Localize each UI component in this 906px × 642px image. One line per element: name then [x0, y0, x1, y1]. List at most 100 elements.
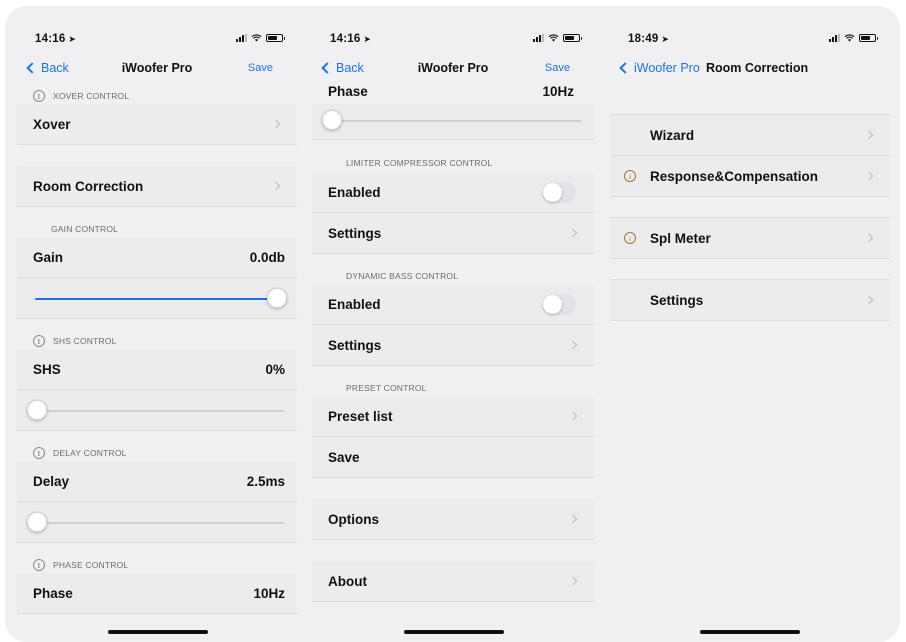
section-header-limiter: LIMITER COMPRESSOR CONTROL	[346, 158, 493, 168]
section-header-dynamic-bass: DYNAMIC BASS CONTROL	[346, 271, 459, 281]
info-icon[interactable]: i	[624, 232, 636, 244]
section-header-gain: GAIN CONTROL	[51, 224, 119, 234]
status-time: 14:16 ➤	[330, 33, 372, 45]
chevron-right-icon	[864, 130, 874, 140]
signal-icon	[236, 34, 247, 42]
home-indicator	[108, 630, 208, 634]
row-bass-enabled: Enabled	[312, 284, 594, 325]
slider-knob[interactable]	[27, 400, 47, 420]
delay-slider[interactable]	[17, 502, 297, 543]
settings-list: i XOVER CONTROL Xover Room Correction GAI…	[17, 74, 297, 614]
slider-track[interactable]	[35, 522, 285, 524]
row-label: Spl Meter	[650, 230, 711, 246]
phone-screen-main-settings: 14:16 ➤ Back iWoofer Pro Save i XOVER CONT…	[17, 28, 297, 642]
row-label: Phase	[328, 84, 368, 99]
limiter-enabled-toggle[interactable]	[542, 181, 576, 203]
phase-value: 10Hz	[253, 585, 285, 601]
row-label: Settings	[328, 225, 382, 241]
chevron-right-icon	[864, 295, 874, 305]
chevron-right-icon	[568, 514, 578, 524]
status-time: 14:16 ➤	[35, 33, 77, 45]
row-label: Room Correction	[33, 178, 144, 194]
section-header-delay: i DELAY CONTROL	[17, 431, 297, 461]
row-limiter-settings[interactable]: Settings	[312, 213, 594, 254]
phase-value: 10Hz	[542, 84, 574, 99]
gain-slider[interactable]	[17, 278, 297, 319]
info-icon[interactable]: i	[624, 170, 636, 182]
page-title: Room Correction	[706, 61, 809, 75]
status-bar: 14:16 ➤	[17, 28, 297, 50]
row-label: Gain	[33, 249, 64, 265]
section-header-xover: i XOVER CONTROL	[17, 74, 297, 104]
row-delay: Delay 2.5ms	[17, 461, 297, 502]
row-shs: SHS 0%	[17, 349, 297, 390]
row-label: SHS	[33, 361, 61, 377]
slider-fill	[35, 298, 285, 300]
gain-value: 0.0db	[249, 249, 285, 265]
row-limiter-enabled: Enabled	[312, 172, 594, 213]
settings-list: Wizard i Response&Compensation i Spl Meter…	[610, 89, 890, 321]
row-label: Xover	[33, 116, 71, 132]
home-indicator	[700, 630, 800, 634]
status-icons	[829, 34, 878, 42]
shs-slider[interactable]	[17, 390, 297, 431]
location-arrow-icon: ➤	[661, 34, 670, 44]
info-icon[interactable]: i	[33, 447, 45, 459]
row-label: Response&Compensation	[650, 168, 819, 184]
row-bass-settings[interactable]: Settings	[312, 325, 594, 366]
slider-track[interactable]	[35, 410, 285, 412]
row-label: Enabled	[328, 184, 381, 200]
chevron-right-icon	[568, 411, 578, 421]
battery-icon	[563, 34, 582, 42]
bass-enabled-toggle[interactable]	[542, 293, 576, 315]
row-label: Delay	[33, 473, 70, 489]
signal-icon	[533, 34, 544, 42]
row-label: Settings	[328, 337, 382, 353]
row-preset-list[interactable]: Preset list	[312, 396, 594, 437]
slider-knob[interactable]	[27, 512, 47, 532]
row-label: Options	[328, 511, 379, 527]
slider-knob[interactable]	[267, 288, 287, 308]
slider-knob[interactable]	[322, 110, 342, 130]
row-wizard[interactable]: Wizard	[610, 115, 890, 156]
wifi-icon	[844, 34, 855, 42]
section-spacer	[610, 89, 890, 115]
settings-list: Phase 10Hz LIMITER COMPRESSOR CONTROL Ena…	[312, 80, 594, 602]
status-time: 18:49 ➤	[628, 33, 670, 45]
back-button-label: iWoofer Pro	[634, 61, 700, 75]
save-button[interactable]: Save	[545, 62, 570, 74]
row-phase: Phase 10Hz	[312, 80, 594, 104]
info-icon[interactable]: i	[33, 335, 45, 347]
navigation-bar: iWoofer Pro Room Correction	[610, 56, 890, 80]
row-settings[interactable]: Settings	[610, 280, 890, 321]
slider-track[interactable]	[330, 120, 582, 122]
row-about[interactable]: About	[312, 561, 594, 602]
phase-slider[interactable]	[312, 104, 594, 140]
status-icons	[533, 34, 582, 42]
slider-track[interactable]	[35, 298, 285, 300]
chevron-right-icon	[568, 576, 578, 586]
save-button[interactable]: Save	[248, 62, 273, 74]
battery-icon	[266, 34, 285, 42]
row-label: Enabled	[328, 296, 381, 312]
info-icon[interactable]: i	[33, 559, 45, 571]
section-spacer	[610, 197, 890, 218]
status-icons	[236, 34, 285, 42]
row-options[interactable]: Options	[312, 499, 594, 540]
row-spl-meter[interactable]: i Spl Meter	[610, 218, 890, 259]
chevron-right-icon	[568, 340, 578, 350]
info-icon[interactable]: i	[33, 90, 45, 102]
chevron-right-icon	[864, 171, 874, 181]
row-label: Phase	[33, 585, 73, 601]
row-label: Save	[328, 449, 360, 465]
chevron-left-icon	[619, 62, 631, 74]
chevron-right-icon	[864, 233, 874, 243]
row-room-correction[interactable]: Room Correction	[17, 166, 297, 207]
phone-screen-room-correction: 18:49 ➤ iWoofer Pro Room Correction Wizar…	[610, 28, 890, 642]
row-xover[interactable]: Xover	[17, 104, 297, 145]
row-save-preset[interactable]: Save	[312, 437, 594, 478]
row-response-compensation[interactable]: i Response&Compensation	[610, 156, 890, 197]
back-button[interactable]: iWoofer Pro	[618, 61, 700, 75]
